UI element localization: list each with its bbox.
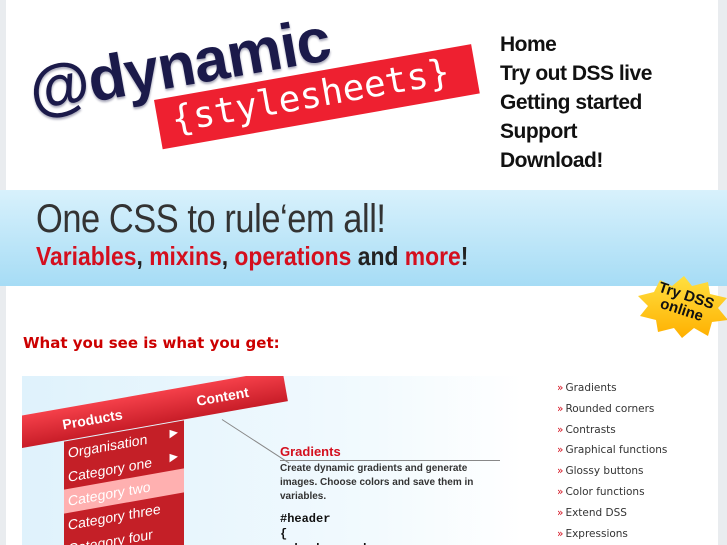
callout: Gradients Create dynamic gradients and g… bbox=[280, 444, 500, 545]
banner-subline-part: operations bbox=[234, 241, 352, 271]
chevron-double-right-icon: » bbox=[557, 402, 564, 415]
logo[interactable]: @dynamic {stylesheets} bbox=[24, 5, 496, 173]
chevron-double-right-icon: » bbox=[557, 506, 564, 519]
nav-support[interactable]: Support bbox=[500, 117, 652, 146]
callout-code: #header { background: bbox=[280, 512, 374, 545]
feature-list: » Gradients » Rounded corners » Contrasts »… bbox=[557, 378, 667, 544]
banner-subline-part: mixins bbox=[149, 241, 222, 271]
banner: One CSS to rule‘em all! Variables, mixin… bbox=[0, 190, 727, 286]
callout-description: Create dynamic gradients and generate im… bbox=[280, 463, 474, 502]
feature-link[interactable]: » Extend DSS bbox=[557, 503, 667, 524]
banner-subline-part: and bbox=[351, 241, 405, 271]
try-online-badge[interactable]: Try DSS online bbox=[638, 276, 727, 338]
feature-link[interactable]: » Color functions bbox=[557, 482, 667, 503]
banner-headline: One CSS to rule‘em all! bbox=[36, 197, 386, 241]
section-heading: What you see is what you get: bbox=[23, 334, 280, 352]
illus-bar-products: Products bbox=[61, 406, 124, 433]
banner-subline-part: ! bbox=[460, 241, 469, 271]
banner-subline-part: more bbox=[404, 241, 461, 271]
main-nav: Home Try out DSS live Getting started Su… bbox=[500, 30, 652, 175]
feature-illustration: Products Content Organisation ▶ Category … bbox=[22, 376, 522, 545]
chevron-double-right-icon: » bbox=[557, 382, 564, 394]
illus-bar-content: Content bbox=[195, 383, 250, 409]
illus-dropdown: Organisation ▶ Category one ▶ Category two… bbox=[64, 420, 184, 545]
feature-link[interactable]: » Glossy buttons bbox=[557, 461, 667, 482]
chevron-double-right-icon: » bbox=[557, 485, 564, 498]
arrow-right-icon: ▶ bbox=[169, 450, 178, 464]
feature-link[interactable]: » Rounded corners bbox=[557, 399, 667, 420]
nav-getting-started[interactable]: Getting started bbox=[500, 88, 652, 117]
banner-subline-part: , bbox=[136, 241, 150, 271]
chevron-double-right-icon: » bbox=[557, 444, 564, 457]
nav-home[interactable]: Home bbox=[500, 30, 652, 59]
header: @dynamic {stylesheets} Home Try out DSS … bbox=[6, 0, 718, 178]
nav-download[interactable]: Download! bbox=[500, 146, 652, 175]
feature-link[interactable]: » Gradients bbox=[557, 378, 667, 399]
feature-link[interactable]: » Graphical functions bbox=[557, 440, 667, 461]
banner-subline-part: Variables bbox=[36, 241, 137, 271]
chevron-double-right-icon: » bbox=[557, 465, 564, 478]
chevron-double-right-icon: » bbox=[557, 423, 564, 436]
chevron-double-right-icon: » bbox=[557, 527, 564, 540]
arrow-right-icon: ▶ bbox=[169, 426, 178, 440]
callout-title: Gradients bbox=[280, 444, 500, 461]
feature-link[interactable]: » Expressions bbox=[557, 524, 667, 545]
feature-link[interactable]: » Contrasts bbox=[557, 420, 667, 441]
banner-subline: Variables, mixins, operations and more! bbox=[36, 241, 468, 272]
banner-subline-part: , bbox=[221, 241, 235, 271]
nav-try-live[interactable]: Try out DSS live bbox=[500, 59, 652, 88]
